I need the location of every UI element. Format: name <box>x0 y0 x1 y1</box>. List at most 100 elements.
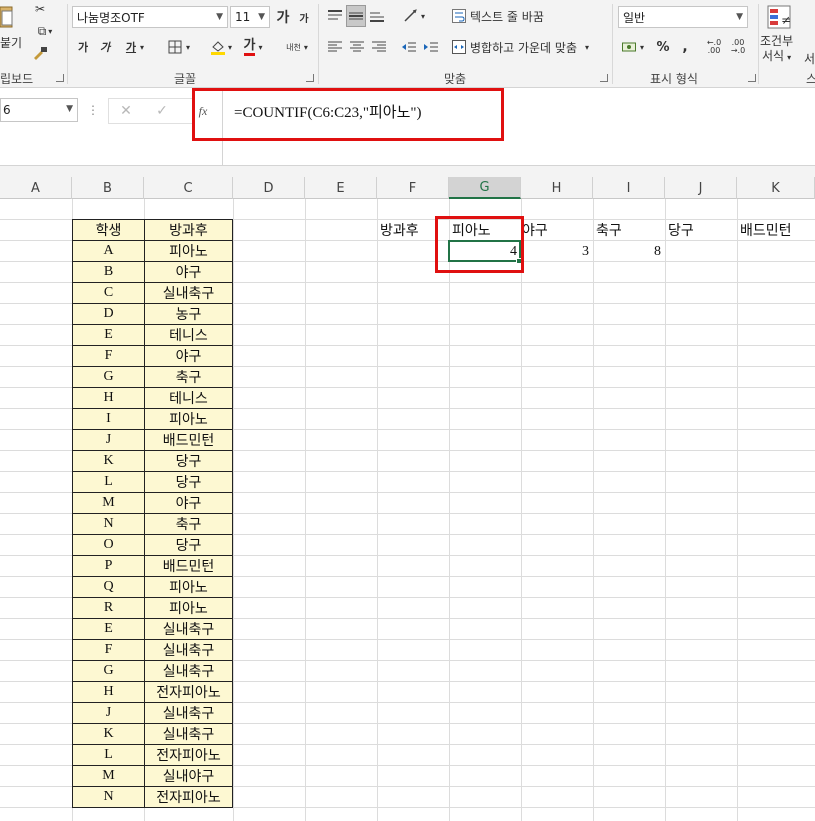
increase-indent-icon[interactable] <box>422 36 440 58</box>
column-header-e[interactable]: E <box>305 177 377 199</box>
table-cell-activity[interactable]: 당구 <box>144 450 233 472</box>
column-header-j[interactable]: J <box>665 177 737 199</box>
table-cell-student[interactable]: J <box>72 702 145 724</box>
summary-header-baseball[interactable]: 야구 <box>522 219 548 240</box>
column-header-f[interactable]: F <box>377 177 449 199</box>
table-cell-activity[interactable]: 피아노 <box>144 597 233 619</box>
table-cell-activity[interactable]: 실내축구 <box>144 702 233 724</box>
table-cell-student[interactable]: I <box>72 408 145 430</box>
table-cell-activity[interactable]: 농구 <box>144 303 233 325</box>
worksheet-grid[interactable]: 학생 방과후 A 피아노 B 야구 C 실내축구 D 농구 E 테니스 F 야구 G 축구 H 테니스 I 피아노… <box>0 199 815 821</box>
column-header-c[interactable]: C <box>144 177 233 199</box>
cancel-icon[interactable]: ✕ <box>116 100 136 122</box>
table-cell-student[interactable]: D <box>72 303 145 325</box>
bold-button[interactable]: 가 <box>74 36 92 58</box>
table-cell-activity[interactable]: 배드민턴 <box>144 429 233 451</box>
font-name-combo[interactable]: 나눔명조OTF ▼ <box>72 6 228 28</box>
phonetic-guide-button[interactable]: 내천 ▾ <box>280 36 314 58</box>
orientation-icon[interactable]: ▾ <box>398 6 430 26</box>
table-cell-student[interactable]: N <box>72 786 145 808</box>
table-cell-student[interactable]: G <box>72 660 145 682</box>
grow-font-button[interactable]: 가 <box>274 6 292 28</box>
percent-button[interactable]: % <box>654 36 672 58</box>
merge-center-button[interactable]: 병합하고 가운데 맞춤 ▾ <box>452 36 589 58</box>
table-cell-student[interactable]: L <box>72 744 145 766</box>
table-cell-student[interactable]: G <box>72 366 145 388</box>
table-cell-activity[interactable]: 실내야구 <box>144 765 233 787</box>
column-header-g[interactable]: G <box>449 177 521 199</box>
format-as-table-button[interactable]: 서 <box>804 50 815 67</box>
shrink-font-button[interactable]: 가 <box>296 6 312 28</box>
table-cell-activity[interactable]: 야구 <box>144 492 233 514</box>
align-top-icon[interactable] <box>326 6 344 26</box>
table-cell-activity[interactable]: 실내축구 <box>144 660 233 682</box>
borders-icon[interactable]: ▾ <box>162 36 196 58</box>
summary-label-cell[interactable]: 방과후 <box>380 219 419 240</box>
table-cell-activity[interactable]: 피아노 <box>144 240 233 262</box>
table-cell-student[interactable]: C <box>72 282 145 304</box>
table-cell-activity[interactable]: 전자피아노 <box>144 681 233 703</box>
fill-color-icon[interactable]: ▾ <box>206 36 236 58</box>
align-middle-icon[interactable] <box>346 5 366 27</box>
table-cell-student[interactable]: M <box>72 492 145 514</box>
table-cell-student[interactable]: E <box>72 324 145 346</box>
table-cell-student[interactable]: F <box>72 639 145 661</box>
column-header-b[interactable]: B <box>72 177 144 199</box>
table-cell-activity[interactable]: 당구 <box>144 534 233 556</box>
decrease-indent-icon[interactable] <box>400 36 418 58</box>
table-cell-activity[interactable]: 당구 <box>144 471 233 493</box>
enter-icon[interactable]: ✓ <box>152 100 172 122</box>
table-cell-activity[interactable]: 축구 <box>144 366 233 388</box>
table-cell-activity[interactable]: 피아노 <box>144 576 233 598</box>
summary-value-soccer[interactable]: 8 <box>593 241 665 262</box>
format-painter-icon[interactable] <box>30 44 50 62</box>
paste-icon[interactable] <box>0 2 14 32</box>
underline-button[interactable]: 가 ▾ <box>118 36 152 58</box>
table-cell-activity[interactable]: 배드민턴 <box>144 555 233 577</box>
column-header-d[interactable]: D <box>233 177 305 199</box>
table-header-student[interactable]: 학생 <box>72 219 145 241</box>
cut-icon[interactable]: ✂ <box>30 0 50 18</box>
align-right-icon[interactable] <box>370 36 388 58</box>
table-cell-activity[interactable]: 실내축구 <box>144 639 233 661</box>
table-cell-student[interactable]: E <box>72 618 145 640</box>
table-cell-student[interactable]: N <box>72 513 145 535</box>
table-cell-activity[interactable]: 테니스 <box>144 387 233 409</box>
table-cell-activity[interactable]: 실내축구 <box>144 618 233 640</box>
comma-button[interactable]: , <box>678 36 692 58</box>
align-left-icon[interactable] <box>326 36 344 58</box>
table-cell-activity[interactable]: 실내축구 <box>144 723 233 745</box>
table-cell-student[interactable]: H <box>72 387 145 409</box>
alignment-launcher-icon[interactable] <box>600 74 608 82</box>
conditional-formatting-button[interactable]: 조건부 서식 ▾ <box>760 34 793 65</box>
table-header-activity[interactable]: 방과후 <box>144 219 233 241</box>
table-cell-activity[interactable]: 피아노 <box>144 408 233 430</box>
table-cell-student[interactable]: H <box>72 681 145 703</box>
table-cell-student[interactable]: P <box>72 555 145 577</box>
font-launcher-icon[interactable] <box>306 74 314 82</box>
table-cell-activity[interactable]: 전자피아노 <box>144 786 233 808</box>
table-cell-student[interactable]: L <box>72 471 145 493</box>
column-header-k[interactable]: K <box>737 177 815 199</box>
table-cell-activity[interactable]: 야구 <box>144 261 233 283</box>
align-bottom-icon[interactable] <box>368 6 386 26</box>
table-cell-student[interactable]: F <box>72 345 145 367</box>
clipboard-launcher-icon[interactable] <box>56 74 64 82</box>
name-box[interactable]: 6 ▼ <box>0 98 78 122</box>
summary-header-soccer[interactable]: 축구 <box>596 219 622 240</box>
number-launcher-icon[interactable] <box>748 74 756 82</box>
table-cell-student[interactable]: R <box>72 597 145 619</box>
summary-header-badminton[interactable]: 배드민턴 <box>740 219 792 240</box>
table-cell-activity[interactable]: 축구 <box>144 513 233 535</box>
more-options-icon[interactable]: ⋮ <box>87 100 99 120</box>
table-cell-activity[interactable]: 야구 <box>144 345 233 367</box>
summary-header-billiards[interactable]: 당구 <box>668 219 694 240</box>
table-cell-student[interactable]: K <box>72 723 145 745</box>
accounting-format-icon[interactable]: ▾ <box>618 36 648 58</box>
increase-decimal-icon[interactable]: ←.0.00 <box>704 36 724 58</box>
table-cell-student[interactable]: J <box>72 429 145 451</box>
table-cell-student[interactable]: K <box>72 450 145 472</box>
table-cell-student[interactable]: Q <box>72 576 145 598</box>
decrease-decimal-icon[interactable]: .00 →.0 <box>728 36 748 58</box>
number-format-combo[interactable]: 일반 ▼ <box>618 6 748 28</box>
